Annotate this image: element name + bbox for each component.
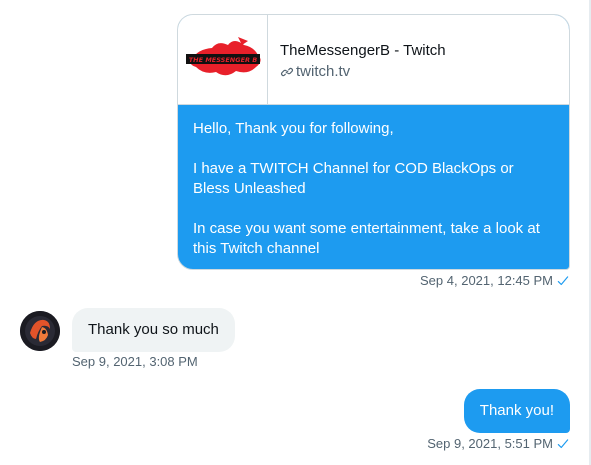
seen-check-icon bbox=[557, 275, 569, 285]
outgoing-message-bubble[interactable]: Thank you! bbox=[463, 389, 570, 433]
incoming-message-bubble[interactable]: Thank you so much bbox=[72, 308, 235, 352]
link-preview-domain[interactable]: twitch.tv bbox=[280, 62, 446, 82]
link-preview-card[interactable]: THE MESSENGER B TheMessengerB - Twitch t… bbox=[178, 15, 569, 105]
link-domain-text: twitch.tv bbox=[296, 63, 351, 80]
seen-check-icon bbox=[557, 438, 569, 448]
message-timestamp: Sep 9, 2021, 5:51 PM bbox=[427, 436, 570, 451]
link-icon bbox=[281, 67, 293, 77]
timestamp-text: Sep 9, 2021, 5:51 PM bbox=[427, 436, 553, 451]
link-preview-title[interactable]: TheMessengerB - Twitch bbox=[280, 42, 446, 60]
user-avatar[interactable] bbox=[20, 311, 60, 351]
timestamp-text: Sep 4, 2021, 12:45 PM bbox=[420, 273, 553, 288]
message-paragraph: I have a TWITCH Channel for COD BlackOps… bbox=[193, 160, 514, 197]
message-paragraph: In case you want some entertainment, tak… bbox=[193, 220, 540, 257]
messenger-b-logo: THE MESSENGER B bbox=[186, 37, 261, 76]
message-timestamp: Sep 9, 2021, 3:08 PM bbox=[72, 354, 198, 369]
link-thumbnail[interactable]: THE MESSENGER B bbox=[178, 15, 268, 104]
message-paragraph: Hello, Thank you for following, bbox=[193, 120, 394, 137]
timestamp-text: Sep 9, 2021, 3:08 PM bbox=[72, 354, 198, 369]
svg-text:THE MESSENGER B: THE MESSENGER B bbox=[189, 56, 258, 64]
avatar-image bbox=[20, 311, 60, 351]
outgoing-card-message[interactable]: THE MESSENGER B TheMessengerB - Twitch t… bbox=[177, 14, 570, 270]
card-message-text: Hello, Thank you for following, I have a… bbox=[178, 105, 569, 259]
dm-conversation: THE MESSENGER B TheMessengerB - Twitch t… bbox=[0, 0, 591, 465]
message-timestamp: Sep 4, 2021, 12:45 PM bbox=[420, 273, 570, 288]
